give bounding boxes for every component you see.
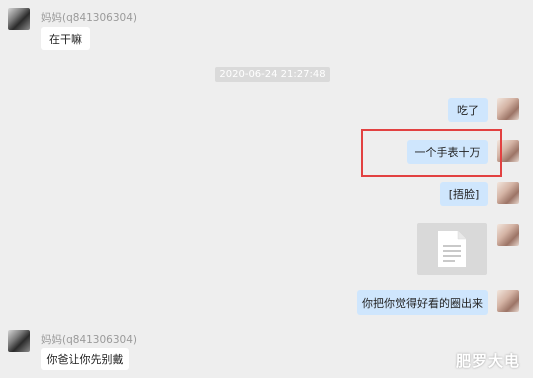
- message-text: 你爸让你先别戴: [46, 353, 124, 366]
- user-avatar-icon[interactable]: [497, 224, 519, 246]
- user-avatar-icon[interactable]: [497, 98, 519, 120]
- watermark-text: 肥罗大电: [456, 352, 521, 370]
- message-text: [捂脸]: [448, 188, 480, 201]
- message-text: 在干嘛: [49, 32, 82, 46]
- message-bubble[interactable]: 吃了: [448, 98, 488, 122]
- message-text: 吃了: [457, 104, 479, 117]
- user-avatar-icon[interactable]: [497, 290, 519, 312]
- message-bubble[interactable]: 在干嘛: [41, 27, 90, 50]
- document-file-icon: [438, 231, 466, 267]
- message-bubble[interactable]: 你把你觉得好看的圈出来: [357, 290, 488, 315]
- message-text: 你把你觉得好看的圈出来: [362, 296, 483, 310]
- message-bubble[interactable]: [捂脸]: [440, 182, 488, 206]
- file-message[interactable]: [417, 223, 487, 275]
- highlight-box: [361, 129, 502, 177]
- message-bubble[interactable]: 你爸让你先别戴: [41, 348, 129, 370]
- sender-name: 妈妈(q841306304): [41, 334, 137, 346]
- contact-avatar-icon[interactable]: [8, 330, 30, 352]
- timestamp-badge: 2020-06-24 21:27:48: [215, 67, 330, 82]
- contact-avatar-icon[interactable]: [8, 8, 30, 30]
- user-avatar-icon[interactable]: [497, 182, 519, 204]
- timestamp-text: 2020-06-24 21:27:48: [219, 69, 326, 80]
- sender-name: 妈妈(q841306304): [41, 12, 137, 24]
